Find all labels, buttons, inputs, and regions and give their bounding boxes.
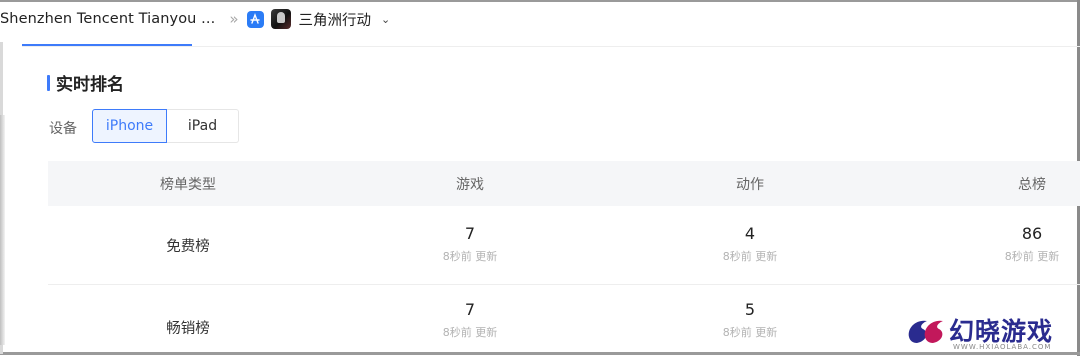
chevron-down-icon[interactable]: ⌄: [381, 13, 390, 26]
rank-cell: 5 8秒前 更新: [710, 300, 790, 340]
rank-cell: 86 8秒前 更新: [992, 224, 1072, 264]
header-action: 动作: [736, 176, 764, 193]
site-watermark: 幻晓游戏 WWW.HXIAOLABA.COM: [905, 312, 1053, 351]
title-accent-bar: [47, 74, 50, 91]
panel-shadow: [0, 115, 5, 345]
rank-cell: 4 8秒前 更新: [710, 224, 790, 264]
update-time: 8秒前 更新: [442, 250, 498, 263]
table-header-row: 榜单类型 游戏 动作 总榜: [48, 161, 1080, 206]
watermark-logo-icon: [905, 313, 947, 347]
breadcrumb-developer[interactable]: Shenzhen Tencent Tianyou ...: [0, 11, 215, 27]
update-time: 8秒前 更新: [722, 250, 778, 263]
section-header: 实时排名: [47, 70, 124, 95]
device-selector: iPhone iPad: [92, 109, 239, 143]
header-chart-type: 榜单类型: [160, 176, 216, 193]
rank-value: 7: [464, 300, 476, 319]
header-overall: 总榜: [1018, 176, 1046, 193]
section-title: 实时排名: [56, 75, 124, 95]
rank-cell: 7 8秒前 更新: [430, 300, 510, 340]
game-app-icon: [270, 9, 291, 29]
header-games: 游戏: [456, 176, 484, 193]
update-time: 8秒前 更新: [1004, 250, 1060, 263]
app-store-icon: [246, 10, 264, 28]
rank-value: 7: [464, 224, 476, 243]
device-option-iphone[interactable]: iPhone: [92, 109, 167, 143]
rank-cell: 7 8秒前 更新: [430, 224, 510, 264]
rank-value: 4: [744, 224, 756, 243]
update-time: 8秒前 更新: [722, 326, 778, 339]
breadcrumb-separator: »: [229, 10, 239, 28]
watermark-url: WWW.HXIAOLABA.COM: [953, 343, 1052, 351]
tab-divider: [22, 46, 1080, 47]
rank-value: 5: [744, 300, 756, 319]
row-name: 畅销榜: [166, 321, 210, 337]
rank-value: 86: [1021, 224, 1043, 243]
device-option-ipad[interactable]: iPad: [167, 109, 239, 143]
breadcrumb-app-name[interactable]: 三角洲行动: [299, 9, 372, 30]
breadcrumb: Shenzhen Tencent Tianyou ... » 三角洲行动 ⌄: [0, 4, 390, 34]
device-label: 设备: [49, 121, 77, 137]
update-time: 8秒前 更新: [442, 326, 498, 339]
table-row: 免费榜 7 8秒前 更新 4 8秒前 更新 86 8秒前 更新: [48, 206, 1080, 285]
row-name: 免费榜: [166, 239, 210, 255]
window-frame-top: [0, 0, 1080, 2]
